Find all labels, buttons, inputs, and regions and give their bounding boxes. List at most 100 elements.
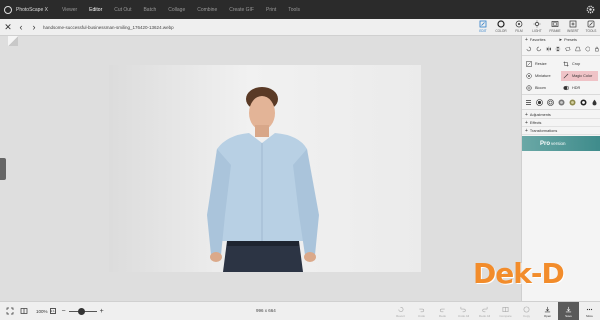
tab-frame[interactable]: FRAME xyxy=(546,19,564,36)
rotate-left-icon[interactable] xyxy=(526,46,532,52)
tool-crop[interactable]: Crop xyxy=(561,59,598,69)
menu-create-gif[interactable]: Create GIF xyxy=(223,0,260,19)
menu-cut-out[interactable]: Cut Out xyxy=(108,0,137,19)
filter-gray-icon[interactable] xyxy=(558,99,565,106)
save-button[interactable]: Save xyxy=(558,302,579,320)
favorites-label: Favorites xyxy=(529,38,546,42)
fit-screen-icon[interactable] xyxy=(6,307,14,315)
photo xyxy=(109,65,421,272)
zoom-out-icon[interactable]: − xyxy=(62,308,66,315)
menu-batch[interactable]: Batch xyxy=(137,0,162,19)
tool-miniature[interactable]: Miniature xyxy=(524,71,561,81)
image-size: 996 x 664 xyxy=(256,308,276,313)
perspective-icon[interactable] xyxy=(574,46,581,52)
presets-label[interactable]: Presets xyxy=(564,38,577,42)
zoom-slider[interactable] xyxy=(68,307,97,315)
filter-ring-icon[interactable] xyxy=(547,99,554,106)
drop-icon[interactable] xyxy=(591,99,598,106)
tool-magic-color-label: Magic Color xyxy=(572,74,593,78)
tab-color-label: COLOR xyxy=(495,29,507,33)
compare-button[interactable]: Compare xyxy=(495,302,516,320)
tool-magic-color[interactable]: Magic Color xyxy=(561,71,598,81)
tool-tabs: EDIT COLOR FILM LIGHT FRAME INSERT TOOLS xyxy=(474,19,600,36)
revert-button[interactable]: Revert xyxy=(390,302,411,320)
more-icon xyxy=(586,308,593,310)
tab-insert[interactable]: INSERT xyxy=(564,19,582,36)
menu-collage[interactable]: Collage xyxy=(162,0,191,19)
tab-color[interactable]: COLOR xyxy=(492,19,510,36)
section-effects-label: Effects xyxy=(529,120,542,125)
menu-viewer[interactable]: Viewer xyxy=(56,0,83,19)
copy-button[interactable]: Copy xyxy=(516,302,537,320)
tool-resize[interactable]: Resize xyxy=(524,59,561,69)
title-bar: PhotoScape X Viewer Editor Cut Out Batch… xyxy=(0,0,600,19)
filter-olive-icon[interactable] xyxy=(569,99,576,106)
redo-button[interactable]: Redo xyxy=(432,302,453,320)
straighten-icon[interactable] xyxy=(565,46,571,52)
menu-combine[interactable]: Combine xyxy=(191,0,223,19)
tab-film[interactable]: FILM xyxy=(510,19,528,36)
tab-edit[interactable]: EDIT xyxy=(474,19,492,36)
action-label: Redo All xyxy=(478,313,491,318)
section-transformations[interactable]: + Transformations xyxy=(522,127,600,135)
tab-tools-label: TOOLS xyxy=(585,29,597,33)
actual-size-button[interactable]: 1:1 xyxy=(49,308,56,314)
menu-editor[interactable]: Editor xyxy=(83,0,108,19)
magic-color-icon xyxy=(563,73,569,79)
tool-hdr[interactable]: HDR xyxy=(561,83,598,93)
section-effects[interactable]: + Effects xyxy=(522,119,600,127)
action-label: Compare xyxy=(499,313,512,318)
forward-icon[interactable]: › xyxy=(29,20,39,34)
split-view-icon[interactable] xyxy=(20,307,28,315)
section-adjustments[interactable]: + Adjustments xyxy=(522,111,600,119)
panel-divider xyxy=(522,94,600,95)
circle-icon[interactable] xyxy=(585,46,591,52)
zoom-in-icon[interactable]: + xyxy=(100,308,104,315)
left-panel-toggle[interactable] xyxy=(0,158,6,180)
filter-bw-icon[interactable] xyxy=(580,99,587,106)
insert-icon xyxy=(569,20,577,28)
filter-dark-icon[interactable] xyxy=(536,99,543,106)
menu-print[interactable]: Print xyxy=(260,0,282,19)
tab-tools[interactable]: TOOLS xyxy=(582,19,600,36)
pro-suffix: version xyxy=(551,141,566,146)
favorites-row[interactable]: + Favorites ▸ Presets xyxy=(522,36,600,44)
close-icon[interactable]: ✕ xyxy=(3,20,13,34)
filter-row xyxy=(522,97,600,108)
open-button[interactable]: Open xyxy=(537,302,558,320)
menu-tools[interactable]: Tools xyxy=(282,0,306,19)
photo-image xyxy=(207,87,319,272)
action-label: Undo All xyxy=(457,313,470,318)
film-icon xyxy=(515,20,523,28)
app-name: PhotoScape X xyxy=(16,6,48,13)
flip-vertical-icon[interactable] xyxy=(555,46,561,52)
tab-light-label: LIGHT xyxy=(532,29,542,33)
tab-light[interactable]: LIGHT xyxy=(528,19,546,36)
zoom-value[interactable]: 100% xyxy=(36,309,48,314)
tool-bloom[interactable]: Bloom xyxy=(524,83,561,93)
undo-icon xyxy=(419,308,425,312)
page-fold-icon xyxy=(8,36,18,46)
tool-bloom-label: Bloom xyxy=(535,86,546,90)
undo-button[interactable]: Undo xyxy=(411,302,432,320)
canvas-area[interactable] xyxy=(0,36,521,301)
tool-miniature-label: Miniature xyxy=(535,74,551,78)
action-buttons: Revert Undo Redo Undo All Redo All Compare Cop… xyxy=(390,302,600,320)
back-icon[interactable]: ‹ xyxy=(16,20,26,34)
undo-all-button[interactable]: Undo All xyxy=(453,302,474,320)
gear-icon[interactable] xyxy=(586,5,595,14)
zoom-slider-knob[interactable] xyxy=(77,307,85,315)
flip-horizontal-icon[interactable] xyxy=(546,46,552,52)
more-button[interactable]: More xyxy=(579,302,600,320)
tab-film-label: FILM xyxy=(515,29,523,33)
rotate-right-icon[interactable] xyxy=(536,46,542,52)
lock-icon[interactable] xyxy=(594,46,600,52)
menu-list-icon[interactable] xyxy=(525,99,532,106)
crop-icon xyxy=(563,61,569,67)
redo-all-button[interactable]: Redo All xyxy=(474,302,495,320)
action-label: Undo xyxy=(417,313,426,318)
tool-resize-label: Resize xyxy=(535,62,547,66)
bloom-icon xyxy=(526,85,532,91)
pro-version-banner[interactable]: Pro version xyxy=(522,136,600,151)
tool-hdr-label: HDR xyxy=(572,86,581,90)
